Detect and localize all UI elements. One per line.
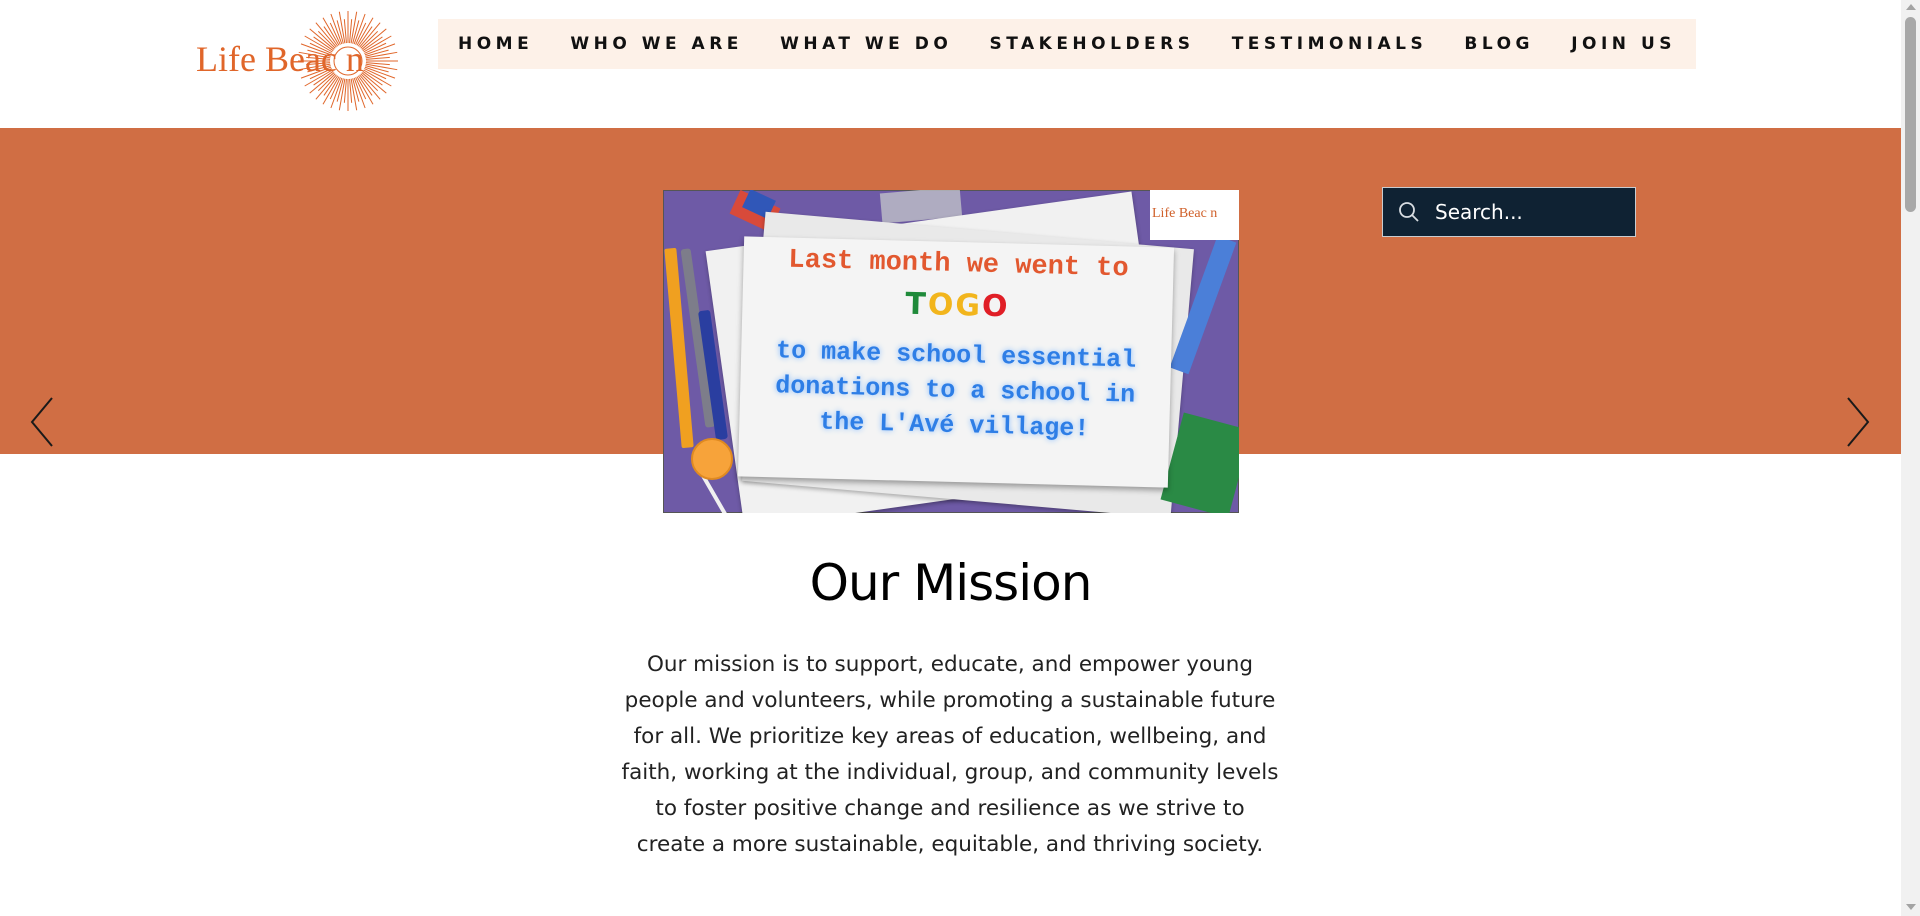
slide-subtext: to make school essential donations to a … [774,336,1137,444]
mission-title: Our Mission [809,554,1093,612]
chevron-left-icon [30,397,53,447]
scrollbar-thumb[interactable] [1905,17,1916,212]
slide-headline: Last month we went to [788,245,1129,285]
nav-stakeholders[interactable]: STAKEHOLDERS [989,34,1194,54]
slide-country: TOGO [742,282,1173,328]
nav-blog[interactable]: BLOG [1464,34,1534,54]
chevron-right-icon [1847,397,1870,447]
slideshow-prev-button[interactable] [22,392,62,452]
slide-logo-text: Life Beac n [1152,206,1218,221]
togo-letter-g: G [954,287,983,324]
slideshow-image[interactable]: Last month we went to TOGO to make schoo… [663,190,1239,513]
search-box[interactable] [1382,187,1636,237]
lollipop-decoration [691,438,733,480]
search-icon [1399,202,1419,222]
page-scrollbar[interactable] [1901,0,1920,916]
nav-who-we-are[interactable]: WHO WE ARE [570,34,743,54]
slide-card: Last month we went to TOGO to make schoo… [737,236,1175,488]
slideshow-next-button[interactable] [1838,392,1878,452]
site-header: Life Beac n HOME WHO WE ARE WHAT WE DO S… [0,0,1901,128]
scroll-down-icon[interactable] [1906,904,1916,910]
nav-testimonials[interactable]: TESTIMONIALS [1232,34,1428,54]
slide-logo: Life Beac n [1150,190,1239,240]
site-logo[interactable]: Life Beac n [190,6,410,118]
scroll-up-icon[interactable] [1906,4,1916,10]
togo-letter-o2: O [981,288,1010,325]
nav-what-we-do[interactable]: WHAT WE DO [780,34,952,54]
logo-text: Life Beac n [196,39,364,79]
main-nav: HOME WHO WE ARE WHAT WE DO STAKEHOLDERS … [438,19,1696,69]
nav-join-us[interactable]: JOIN US [1571,34,1676,54]
togo-letter-o1: O [927,287,956,323]
togo-letter-t: T [904,286,929,323]
mission-text: Our mission is to support, educate, and … [621,652,1279,857]
nav-home[interactable]: HOME [458,34,533,54]
search-input[interactable] [1433,199,1627,225]
